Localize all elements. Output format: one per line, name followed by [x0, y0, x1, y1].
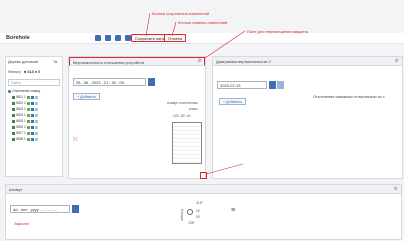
compass-low: 90 [196, 215, 200, 219]
widget-diagram: Диаграмма вертикальности 2 ⚙ 2023-07-13 … [212, 56, 403, 179]
compass-top: 315° [196, 201, 204, 205]
filter-label: Фильтр [8, 70, 21, 74]
edit-icon[interactable] [95, 35, 101, 41]
calendar-icon[interactable] [269, 81, 276, 89]
date-input[interactable]: 2023-07-13 [217, 81, 267, 89]
compass-circle [187, 209, 193, 215]
tree-item[interactable]: WD8 1 [12, 137, 39, 142]
widget-title: Азимут [9, 187, 23, 192]
tree-item[interactable]: WD2 1 [12, 101, 39, 106]
widget-header[interactable]: Азимут [6, 185, 401, 194]
calendar-icon[interactable] [148, 78, 155, 86]
widget-drag-handle[interactable]: Вертикальность отношения устройств [69, 57, 205, 66]
widget-settings-icon[interactable]: ⚙ [394, 186, 398, 192]
widget-azimuth: Азимут ⚙ dd . mm . yyyy , -- : -- : -- З… [5, 184, 402, 240]
tree-item[interactable]: WD1 1 [12, 95, 39, 100]
calendar-icon[interactable] [72, 205, 79, 213]
gauge-title: Азимут отклонения [167, 101, 198, 105]
tree-item[interactable]: WD4 1 [12, 113, 39, 118]
widget-header[interactable]: Диаграмма вертикальности 2 [213, 57, 402, 66]
gauge-scale: -100 -50 -40 [172, 114, 191, 118]
add-button[interactable]: + Добавить [219, 98, 246, 105]
annotation-cancel: Кнопка отмены изменений [178, 20, 228, 25]
settings-icon[interactable] [115, 35, 121, 41]
widget-settings-icon[interactable]: ⚙ [198, 58, 202, 64]
tree-item[interactable]: WD6 1 [12, 125, 39, 130]
widget-verticality: Вертикальность отношения устройств ⚙ 28 … [68, 56, 207, 179]
tree-sort-toggle[interactable]: Ти [53, 60, 57, 64]
tree-search-input[interactable]: Найти [8, 79, 60, 86]
widget-settings-icon[interactable]: ⚙ [395, 58, 399, 64]
compass-bottom: 135° [188, 221, 196, 225]
datetime-input[interactable]: dd . mm . yyyy , -- : -- : -- [10, 205, 70, 213]
compass-mid: 10 [196, 209, 200, 213]
annotation-drag: Поле для перемещения виджета [247, 29, 309, 34]
diagram-label: Отклонение скважины от вертикали по с [313, 95, 385, 99]
datetime-input[interactable]: 28 . 06 . 2023 , 21 : 52 : 05 [73, 78, 146, 86]
sensor-count: ■ 418 ■ 0 [24, 70, 41, 74]
close-link[interactable]: Закрытие [14, 222, 29, 226]
widget-title: Диаграмма вертикальности 2 [216, 59, 271, 64]
annotation-save: Кнопка сохранения изменений [152, 11, 210, 16]
add-button[interactable]: + Добавить [73, 93, 100, 100]
tree-item[interactable]: WD3 1 [12, 107, 39, 112]
dashboard-header: Borehole Сохранить панель Отмена [0, 33, 404, 44]
inclinometer-grid [172, 122, 202, 164]
tree-item[interactable]: WD5 1 [12, 119, 39, 124]
compass-axis: Секция [180, 209, 184, 221]
tree-title: Дерево датчиков [8, 60, 38, 64]
widget-title: Вертикальность отношения устройств [73, 60, 145, 65]
clear-icon[interactable] [277, 81, 284, 89]
dashboard-title: Borehole [6, 35, 30, 41]
sensor-tree-panel: Дерево датчиков Ти Фильтр ■ 418 ■ 0 Найт… [5, 56, 63, 177]
filter-icon[interactable] [105, 35, 111, 41]
cancel-button[interactable]: Отмена [164, 34, 187, 42]
tree-root[interactable]: Отклонение сквазу [8, 89, 40, 94]
resize-handle[interactable] [200, 172, 207, 179]
remove-icon[interactable]: ⤬ [73, 137, 79, 143]
gauge-unit: класс [189, 107, 198, 111]
menu-icon[interactable]: ≡ [231, 207, 235, 214]
tree-item[interactable]: WD7 1 [12, 131, 39, 136]
